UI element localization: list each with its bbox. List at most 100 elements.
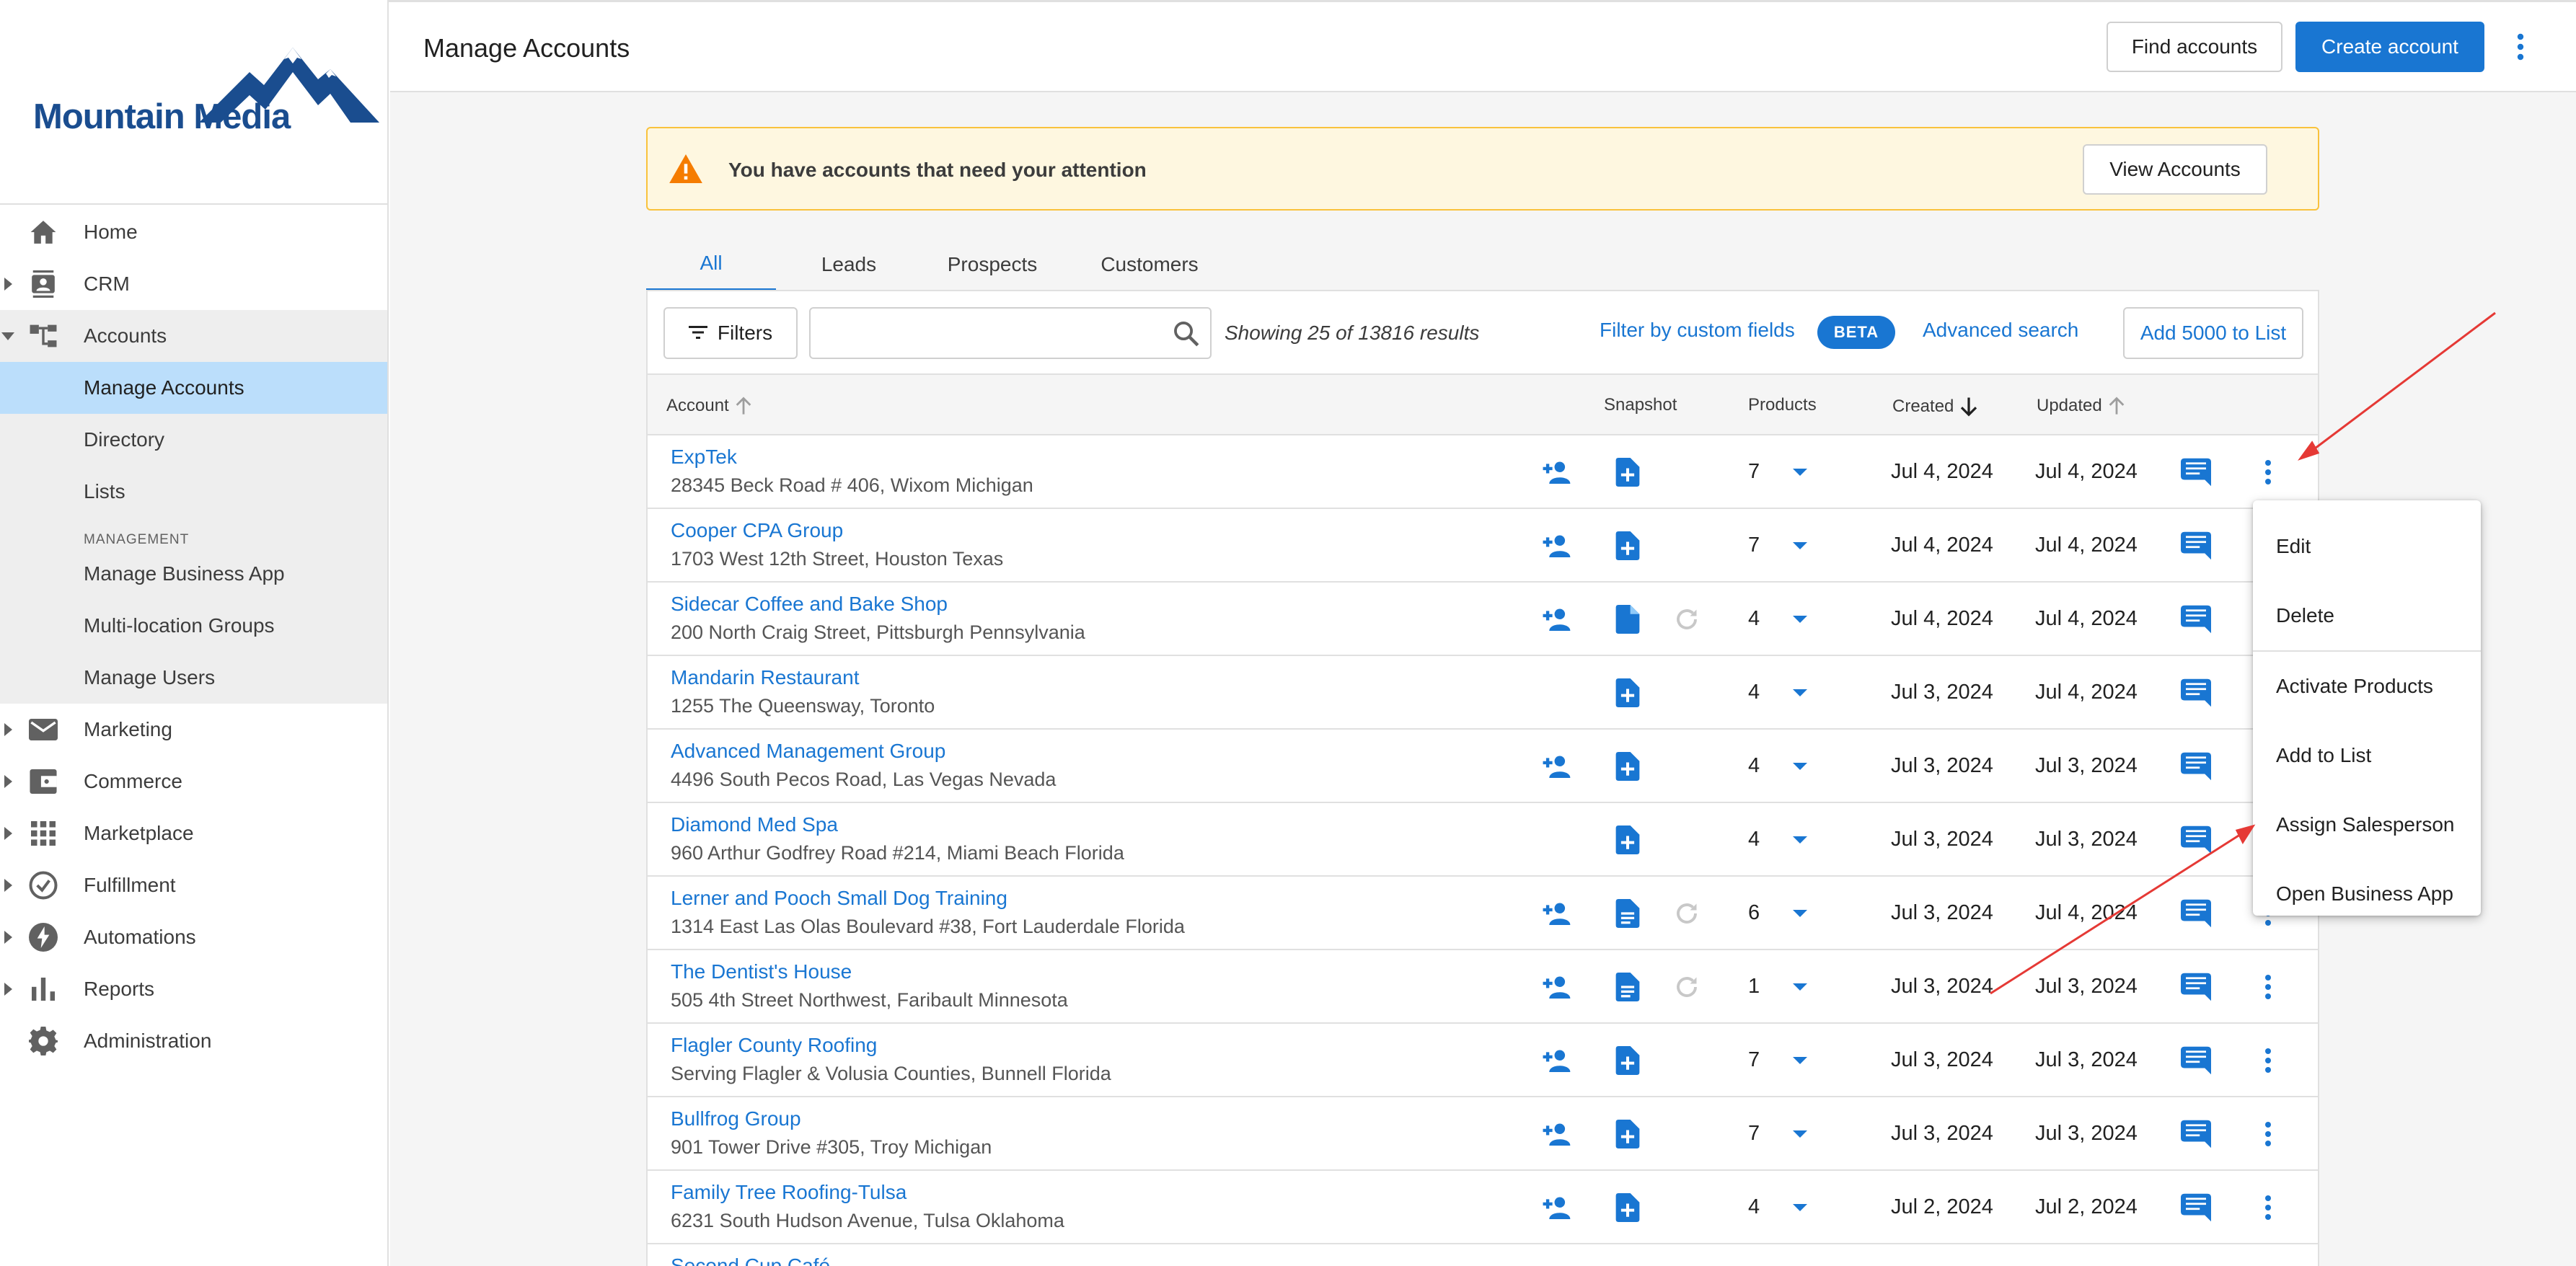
chat-icon[interactable] [2179, 970, 2213, 1004]
snapshot-report-icon[interactable] [1611, 970, 1644, 1004]
assign-salesperson-icon[interactable] [1539, 1044, 1572, 1077]
account-name-link[interactable]: Advanced Management Group [671, 740, 945, 763]
menu-item-activate-products[interactable]: Activate Products [2253, 652, 2481, 721]
account-name-link[interactable]: Family Tree Roofing-Tulsa [671, 1181, 907, 1204]
column-header-created[interactable]: Created [1892, 395, 1980, 418]
products-dropdown-icon[interactable] [1793, 616, 1807, 623]
column-header-updated[interactable]: Updated [2037, 395, 2127, 417]
expand-caret-icon[interactable] [4, 723, 12, 736]
create-snapshot-icon[interactable] [1611, 676, 1644, 709]
chat-icon[interactable] [2179, 897, 2213, 930]
refresh-icon[interactable] [1670, 603, 1703, 636]
menu-item-edit[interactable]: Edit [2253, 512, 2481, 581]
menu-item-open-business-app[interactable]: Open Business App [2253, 859, 2481, 929]
filters-button[interactable]: Filters [663, 307, 798, 359]
chat-icon[interactable] [2179, 823, 2213, 856]
account-name-link[interactable]: The Dentist's House [671, 960, 852, 983]
account-name-link[interactable]: Second Cup Café [671, 1254, 830, 1266]
products-dropdown-icon[interactable] [1793, 469, 1807, 476]
search-field[interactable] [809, 307, 1212, 359]
account-name-link[interactable]: Flagler County Roofing [671, 1034, 877, 1057]
menu-item-assign-salesperson[interactable]: Assign Salesperson [2253, 790, 2481, 859]
sidebar-item-home[interactable]: Home [0, 206, 387, 258]
chat-icon[interactable] [2179, 603, 2213, 636]
create-snapshot-icon[interactable] [1611, 529, 1644, 562]
filter-custom-fields-link[interactable]: Filter by custom fields [1600, 319, 1795, 342]
search-input[interactable] [822, 319, 1161, 348]
sidebar-item-crm[interactable]: CRM [0, 258, 387, 310]
tab-all[interactable]: All [646, 238, 776, 291]
collapse-caret-icon[interactable] [1, 332, 14, 340]
assign-salesperson-icon[interactable] [1539, 456, 1572, 489]
tab-customers[interactable]: Customers [1063, 238, 1236, 291]
create-snapshot-icon[interactable] [1611, 456, 1644, 489]
assign-salesperson-icon[interactable] [1539, 970, 1572, 1004]
assign-salesperson-icon[interactable] [1539, 1191, 1572, 1224]
account-name-link[interactable]: Sidecar Coffee and Bake Shop [671, 593, 948, 616]
snapshot-report-icon[interactable] [1611, 603, 1644, 636]
account-name-link[interactable]: ExpTek [671, 446, 737, 469]
snapshot-report-icon[interactable] [1611, 897, 1644, 930]
account-name-link[interactable]: Cooper CPA Group [671, 519, 843, 542]
sidebar-item-marketplace[interactable]: Marketplace [0, 807, 387, 859]
create-snapshot-icon[interactable] [1611, 1044, 1644, 1077]
column-header-account[interactable]: Account [666, 395, 754, 417]
create-account-button[interactable]: Create account [2295, 22, 2484, 72]
sidebar-item-marketing[interactable]: Marketing [0, 704, 387, 756]
assign-salesperson-icon[interactable] [1539, 750, 1572, 783]
chat-icon[interactable] [2179, 676, 2213, 709]
tab-leads[interactable]: Leads [776, 238, 922, 291]
advanced-search-link[interactable]: Advanced search [1923, 319, 2078, 342]
products-dropdown-icon[interactable] [1793, 910, 1807, 917]
refresh-icon[interactable] [1670, 897, 1703, 930]
create-snapshot-icon[interactable] [1611, 750, 1644, 783]
more-vert-icon[interactable] [2251, 1117, 2285, 1151]
more-vert-icon[interactable] [2251, 1044, 2285, 1077]
create-snapshot-icon[interactable] [1611, 823, 1644, 856]
expand-caret-icon[interactable] [4, 983, 12, 996]
sidebar-item-administration[interactable]: Administration [0, 1015, 387, 1067]
chat-icon[interactable] [2179, 1044, 2213, 1077]
sidebar-item-accounts[interactable]: Accounts [0, 310, 387, 362]
products-dropdown-icon[interactable] [1793, 542, 1807, 549]
more-vert-icon[interactable] [2251, 456, 2285, 489]
products-dropdown-icon[interactable] [1793, 836, 1807, 844]
account-name-link[interactable]: Bullfrog Group [671, 1107, 801, 1130]
sidebar-item-lists[interactable]: Lists [0, 466, 387, 518]
products-dropdown-icon[interactable] [1793, 983, 1807, 991]
chat-icon[interactable] [2179, 529, 2213, 562]
products-dropdown-icon[interactable] [1793, 1204, 1807, 1211]
create-snapshot-icon[interactable] [1611, 1117, 1644, 1151]
account-name-link[interactable]: Mandarin Restaurant [671, 666, 859, 689]
menu-item-delete[interactable]: Delete [2253, 581, 2481, 650]
search-icon[interactable] [1173, 320, 1200, 351]
sidebar-item-directory[interactable]: Directory [0, 414, 387, 466]
create-snapshot-icon[interactable] [1611, 1191, 1644, 1224]
products-dropdown-icon[interactable] [1793, 689, 1807, 696]
account-name-link[interactable]: Diamond Med Spa [671, 813, 838, 836]
expand-caret-icon[interactable] [4, 775, 12, 788]
chat-icon[interactable] [2179, 1191, 2213, 1224]
expand-caret-icon[interactable] [4, 879, 12, 892]
view-accounts-button[interactable]: View Accounts [2083, 144, 2267, 195]
add-to-list-button[interactable]: Add 5000 to List [2123, 307, 2303, 359]
assign-salesperson-icon[interactable] [1539, 603, 1572, 636]
more-vert-icon[interactable] [2251, 1191, 2285, 1224]
assign-salesperson-icon[interactable] [1539, 529, 1572, 562]
brand-logo[interactable]: Mountain Media [33, 43, 379, 151]
sidebar-item-commerce[interactable]: Commerce [0, 756, 387, 807]
find-accounts-button[interactable]: Find accounts [2107, 22, 2282, 72]
expand-caret-icon[interactable] [4, 827, 12, 840]
sidebar-item-automations[interactable]: Automations [0, 911, 387, 963]
expand-caret-icon[interactable] [4, 278, 12, 291]
sidebar-item-manage-accounts[interactable]: Manage Accounts [0, 362, 387, 414]
more-vert-icon[interactable] [2251, 970, 2285, 1004]
sidebar-item-reports[interactable]: Reports [0, 963, 387, 1015]
tab-prospects[interactable]: Prospects [922, 238, 1063, 291]
products-dropdown-icon[interactable] [1793, 1130, 1807, 1138]
assign-salesperson-icon[interactable] [1539, 897, 1572, 930]
sidebar-item-fulfillment[interactable]: Fulfillment [0, 859, 387, 911]
expand-caret-icon[interactable] [4, 931, 12, 944]
more-vert-icon[interactable] [2506, 30, 2535, 63]
assign-salesperson-icon[interactable] [1539, 1117, 1572, 1151]
